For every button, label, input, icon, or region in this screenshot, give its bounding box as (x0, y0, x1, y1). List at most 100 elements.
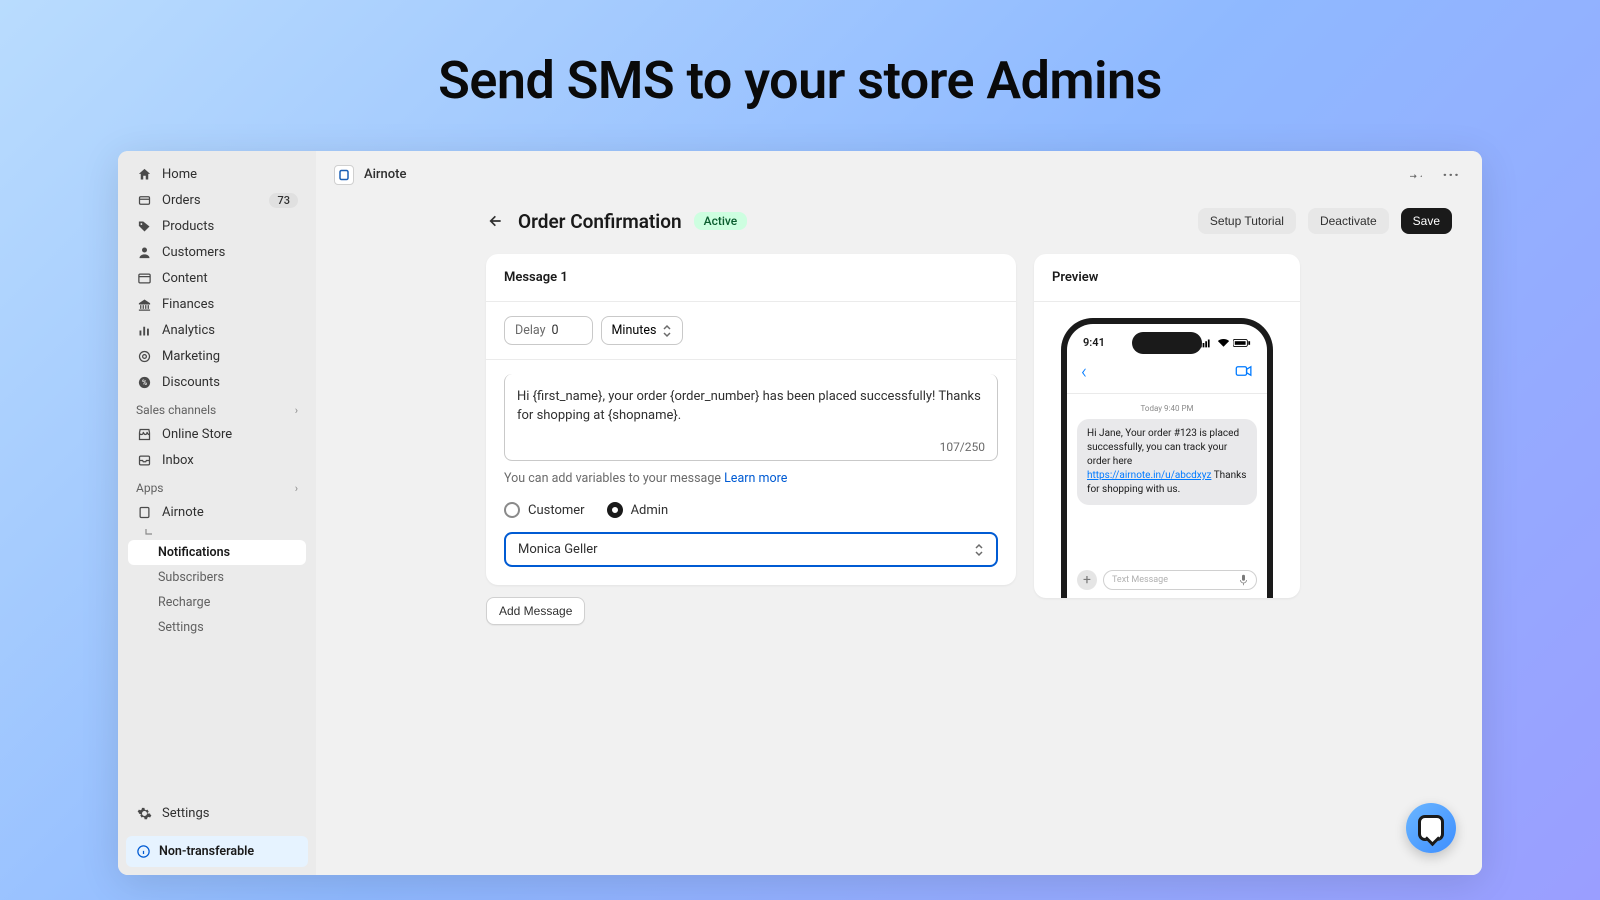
nav-label: Products (162, 219, 298, 234)
orders-icon (136, 192, 152, 208)
nav-label: Analytics (162, 323, 298, 338)
nav-label: Discounts (162, 375, 298, 390)
nav-label: Orders (162, 193, 259, 208)
nav-label: Inbox (162, 453, 298, 468)
section-title: Sales channels (136, 403, 216, 417)
nav-discounts[interactable]: % Discounts (128, 369, 306, 395)
nav-label: Home (162, 167, 298, 182)
phone-back-icon: ‹ (1081, 359, 1087, 383)
app-name: Airnote (364, 167, 406, 182)
back-button[interactable] (486, 211, 506, 231)
nav-airnote[interactable]: Airnote (128, 499, 306, 525)
message-header: Message 1 (486, 254, 1016, 302)
message-textarea-wrap[interactable]: 107/250 (504, 374, 998, 461)
tag-icon (136, 218, 152, 234)
bars-icon (136, 322, 152, 338)
nav-online-store[interactable]: Online Store (128, 421, 306, 447)
svg-text:%: % (141, 379, 146, 387)
radio-icon (504, 502, 520, 518)
nav-orders[interactable]: Orders 73 (128, 187, 306, 213)
deactivate-button[interactable]: Deactivate (1308, 208, 1389, 234)
nav-customers[interactable]: Customers (128, 239, 306, 265)
radio-label: Customer (528, 503, 585, 518)
phone-preview: 9:41 ‹ Today 9:40 (1061, 318, 1273, 598)
non-transferable-banner[interactable]: Non-transferable (126, 836, 308, 867)
save-button[interactable]: Save (1401, 208, 1452, 234)
sales-channels-header[interactable]: Sales channels › (118, 395, 316, 421)
setup-tutorial-button[interactable]: Setup Tutorial (1198, 208, 1296, 234)
app-frame: Home Orders 73 Products Customers Conten… (118, 151, 1482, 875)
nav-content[interactable]: Content (128, 265, 306, 291)
status-badge: Active (694, 212, 748, 230)
chevron-right-icon: › (295, 404, 298, 417)
radio-label: Admin (631, 503, 669, 518)
radio-icon (607, 502, 623, 518)
nav-label: Marketing (162, 349, 298, 364)
recipient-admin-radio[interactable]: Admin (607, 502, 669, 518)
delay-unit: Minutes (612, 323, 657, 338)
nav-inbox[interactable]: Inbox (128, 447, 306, 473)
nav-subscribers[interactable]: Subscribers (128, 565, 306, 590)
sidebar: Home Orders 73 Products Customers Conten… (118, 151, 316, 875)
nav-notifications[interactable]: Notifications (128, 540, 306, 565)
airnote-icon (136, 504, 152, 520)
apps-header[interactable]: Apps › (118, 473, 316, 499)
help-text: You can add variables to your message Le… (504, 471, 998, 486)
nav-finances[interactable]: Finances (128, 291, 306, 317)
chat-widget-button[interactable] (1406, 803, 1456, 853)
delay-value: 0 (552, 323, 582, 338)
page-title: Order Confirmation (518, 210, 682, 233)
message-card: Message 1 Delay 0 Minutes (486, 254, 1016, 585)
chevron-updown-icon (974, 543, 984, 557)
mic-icon (1239, 574, 1248, 586)
nav-marketing[interactable]: Marketing (128, 343, 306, 369)
video-icon (1235, 365, 1253, 377)
nav-settings[interactable]: Settings (128, 800, 306, 826)
nav-home[interactable]: Home (128, 161, 306, 187)
delay-input[interactable]: Delay 0 (504, 316, 593, 345)
chat-icon (1418, 815, 1444, 841)
chevron-updown-icon (662, 324, 672, 338)
nav-products[interactable]: Products (128, 213, 306, 239)
admin-select[interactable]: Monica Geller (504, 532, 998, 567)
char-count: 107/250 (517, 430, 985, 454)
preview-card: Preview 9:41 (1034, 254, 1300, 598)
phone-status-icons (1200, 336, 1251, 349)
chevron-right-icon: › (295, 482, 298, 495)
phone-time: 9:41 (1083, 336, 1105, 349)
tracking-link: https://airnote.in/u/abcdxyz (1087, 470, 1211, 481)
hero-title: Send SMS to your store Admins (0, 0, 1600, 151)
discount-icon: % (136, 374, 152, 390)
learn-more-link[interactable]: Learn more (724, 471, 787, 486)
nav-label: Content (162, 271, 298, 286)
add-message-button[interactable]: Add Message (486, 597, 585, 625)
nav-label: Online Store (162, 427, 298, 442)
plus-icon: + (1077, 570, 1097, 590)
orders-badge: 73 (269, 193, 298, 208)
pin-icon[interactable] (1406, 163, 1429, 186)
gear-icon (136, 805, 152, 821)
target-icon (136, 348, 152, 364)
page-header: Order Confirmation Active Setup Tutorial… (486, 208, 1452, 234)
nav-analytics[interactable]: Analytics (128, 317, 306, 343)
phone-timestamp: Today 9:40 PM (1067, 394, 1267, 419)
delay-unit-select[interactable]: Minutes (601, 316, 684, 345)
text-message-input: Text Message (1103, 570, 1257, 590)
nt-label: Non-transferable (159, 844, 254, 859)
preview-header: Preview (1034, 254, 1300, 302)
delay-label: Delay (515, 323, 546, 338)
info-icon (136, 844, 151, 859)
nav-label: Settings (162, 806, 298, 821)
nav-app-settings[interactable]: Settings (128, 615, 306, 640)
phone-input-bar: + Text Message (1077, 570, 1257, 590)
store-icon (136, 426, 152, 442)
recipient-customer-radio[interactable]: Customer (504, 502, 585, 518)
sms-bubble: Hi Jane, Your order #123 is placed succe… (1077, 419, 1257, 505)
topbar: Airnote ··· (316, 151, 1482, 198)
bank-icon (136, 296, 152, 312)
inbox-icon (136, 452, 152, 468)
nav-label: Customers (162, 245, 298, 260)
message-textarea[interactable] (517, 388, 985, 426)
nav-recharge[interactable]: Recharge (128, 590, 306, 615)
more-icon[interactable]: ··· (1439, 161, 1464, 188)
